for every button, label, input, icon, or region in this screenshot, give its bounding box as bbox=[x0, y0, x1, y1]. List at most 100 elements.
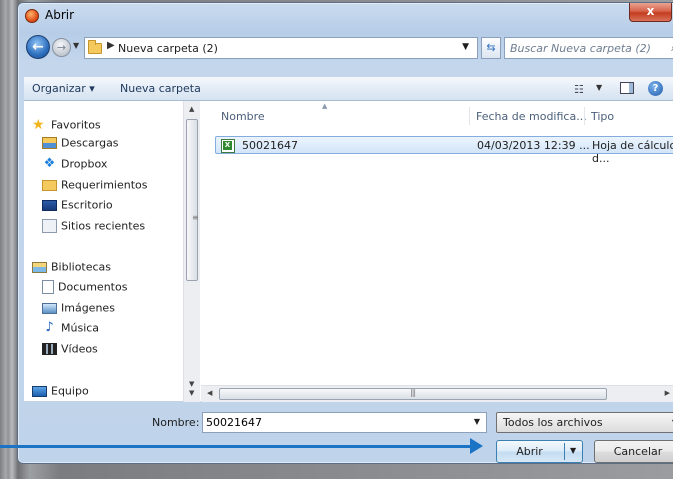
view-options-dropdown-icon[interactable]: ▼ bbox=[596, 83, 602, 92]
grip-icon: ≡ bbox=[192, 213, 199, 222]
forward-button[interactable]: → bbox=[52, 38, 71, 57]
sidebar-item-dropbox[interactable]: ❖ Dropbox bbox=[42, 156, 108, 175]
file-row-selected[interactable]: 50021647 04/03/2013 12:39 ... Hoja de cá… bbox=[215, 136, 673, 165]
command-bar: Organizar ▾ Nueva carpeta ☷ ▼ ? bbox=[24, 77, 673, 101]
sidebar-item-documents[interactable]: Documentos bbox=[42, 280, 127, 298]
sidebar-item-downloads[interactable]: Descargas bbox=[42, 136, 119, 154]
new-folder-button[interactable]: Nueva carpeta bbox=[120, 82, 201, 95]
file-name: 50021647 bbox=[242, 139, 298, 152]
navigation-pane-scrollbar[interactable]: ▲ ≡ ▼ bbox=[183, 101, 200, 402]
column-divider[interactable] bbox=[469, 107, 470, 125]
folder-icon bbox=[42, 179, 57, 191]
sidebar-item-label: Requerimientos bbox=[61, 178, 148, 192]
column-header-name[interactable]: Nombre bbox=[221, 110, 265, 123]
file-type-filter-value: Todos los archivos bbox=[503, 416, 603, 429]
filename-dropdown-icon[interactable]: ▼ bbox=[474, 417, 480, 426]
app-icon bbox=[25, 9, 39, 23]
search-box[interactable]: ⌕ bbox=[504, 37, 673, 59]
open-dialog: Abrir x ← → ▼ ▶ Nueva carpeta (2) ▼ ⇆ ⌕ … bbox=[17, 2, 673, 464]
sidebar-item-label: Imágenes bbox=[61, 301, 115, 315]
sidebar-item-label: Música bbox=[61, 321, 100, 335]
music-note-icon: ♪ bbox=[45, 320, 54, 335]
sidebar-item-label: Documentos bbox=[58, 280, 128, 294]
dropbox-icon: ❖ bbox=[43, 156, 56, 171]
title-bar: Abrir x bbox=[18, 3, 673, 27]
sidebar-item-label: Favoritos bbox=[51, 118, 101, 132]
refresh-icon: ⇆ bbox=[486, 41, 496, 54]
folder-icon bbox=[88, 40, 102, 54]
sidebar-item-videos[interactable]: Vídeos bbox=[42, 342, 98, 360]
libraries-icon bbox=[32, 261, 47, 273]
breadcrumb-current-folder[interactable]: Nueva carpeta (2) bbox=[118, 42, 218, 55]
window-title: Abrir bbox=[45, 8, 75, 22]
file-list-horizontal-scrollbar[interactable]: ◀ ||| ▶ bbox=[201, 385, 673, 402]
column-divider[interactable] bbox=[584, 107, 585, 125]
spreadsheet-file-icon bbox=[221, 139, 235, 153]
refresh-button[interactable]: ⇆ bbox=[481, 37, 501, 59]
sidebar-item-music[interactable]: ♪ Música bbox=[42, 321, 99, 339]
forward-arrow-icon: → bbox=[56, 41, 67, 54]
sidebar-item-label: Vídeos bbox=[61, 342, 98, 356]
computer-icon bbox=[32, 385, 47, 397]
filename-label: Nombre: bbox=[152, 416, 200, 429]
sidebar-item-label: Descargas bbox=[61, 136, 119, 150]
desktop-icon bbox=[42, 199, 57, 211]
browser-area: ★ Favoritos Descargas ❖ Dropbox Requerimie… bbox=[24, 101, 673, 402]
open-button-label: Abrir bbox=[516, 445, 543, 458]
filename-input[interactable] bbox=[203, 413, 453, 432]
open-button[interactable]: Abrir ▼ bbox=[496, 440, 583, 463]
scroll-down-icon[interactable]: ▼ bbox=[189, 380, 194, 388]
downloads-folder-icon bbox=[42, 137, 57, 149]
preview-pane-icon[interactable] bbox=[620, 82, 634, 94]
pointer-arrow-line bbox=[0, 445, 474, 448]
sort-ascending-icon: ▲ bbox=[322, 102, 328, 110]
sidebar-item-label: Sitios recientes bbox=[61, 219, 146, 233]
cancel-button[interactable]: Cancelar bbox=[594, 440, 673, 463]
sidebar-item-images[interactable]: Imágenes bbox=[42, 301, 115, 319]
back-arrow-icon: ← bbox=[32, 39, 44, 55]
breadcrumb-separator-icon[interactable]: ▶ bbox=[107, 40, 115, 51]
filename-combobox[interactable]: ▼ bbox=[202, 412, 487, 433]
nav-collapse-arrow-icon[interactable]: ▼ bbox=[189, 389, 194, 397]
organize-menu-button[interactable]: Organizar ▾ bbox=[32, 82, 95, 95]
address-dropdown-icon[interactable]: ▼ bbox=[462, 42, 469, 52]
sidebar-item-label: Bibliotecas bbox=[51, 260, 112, 274]
scroll-left-icon[interactable]: ◀ bbox=[207, 389, 212, 397]
navigation-pane: ★ Favoritos Descargas ❖ Dropbox Requerimie… bbox=[24, 101, 183, 402]
column-header-date[interactable]: Fecha de modifica... bbox=[476, 110, 587, 123]
address-bar[interactable]: ▶ Nueva carpeta (2) ▼ bbox=[84, 37, 478, 59]
documents-icon bbox=[42, 280, 54, 294]
search-input[interactable] bbox=[505, 38, 655, 58]
sidebar-item-label: Escritorio bbox=[61, 198, 113, 212]
change-view-icon[interactable]: ☷ bbox=[574, 83, 584, 96]
horizontal-scrollbar-thumb[interactable]: ||| bbox=[219, 388, 607, 400]
help-icon[interactable]: ? bbox=[648, 81, 663, 96]
recent-places-icon bbox=[42, 219, 57, 233]
file-type: Hoja de cálculo d... bbox=[592, 139, 673, 165]
column-header-type[interactable]: Tipo bbox=[591, 110, 614, 123]
scroll-up-icon[interactable]: ▲ bbox=[189, 105, 194, 113]
back-button[interactable]: ← bbox=[26, 35, 50, 59]
sidebar-item-label: Equipo bbox=[51, 384, 89, 398]
open-options-dropdown-icon[interactable]: ▼ bbox=[570, 446, 576, 455]
close-button[interactable]: x bbox=[629, 3, 672, 22]
video-film-icon bbox=[42, 343, 57, 355]
grip-icon: ||| bbox=[410, 388, 416, 397]
sidebar-item-libraries[interactable]: Bibliotecas bbox=[32, 260, 111, 278]
split-divider bbox=[564, 443, 565, 460]
navigation-bar: ← → ▼ ▶ Nueva carpeta (2) ▼ ⇆ ⌕ bbox=[18, 31, 673, 61]
recent-pages-dropdown-icon[interactable]: ▼ bbox=[73, 41, 79, 50]
star-icon: ★ bbox=[32, 117, 45, 133]
file-list: Nombre ▲ Fecha de modifica... Tipo 50021… bbox=[201, 101, 673, 385]
sidebar-item-requirements[interactable]: Requerimientos bbox=[42, 178, 148, 196]
file-type-filter-select[interactable]: Todos los archivos ▼ bbox=[496, 412, 673, 433]
sidebar-item-recent-places[interactable]: Sitios recientes bbox=[42, 219, 145, 237]
file-date: 04/03/2013 12:39 ... bbox=[477, 139, 590, 152]
sidebar-item-desktop[interactable]: Escritorio bbox=[42, 198, 113, 216]
sidebar-item-favorites[interactable]: ★ Favoritos bbox=[32, 118, 101, 136]
scrollbar-thumb[interactable]: ≡ bbox=[186, 119, 199, 281]
images-icon bbox=[42, 302, 57, 314]
scroll-right-icon[interactable]: ▶ bbox=[665, 389, 670, 397]
sidebar-item-computer[interactable]: Equipo bbox=[32, 384, 89, 402]
pointer-arrow-head-icon bbox=[470, 438, 483, 454]
